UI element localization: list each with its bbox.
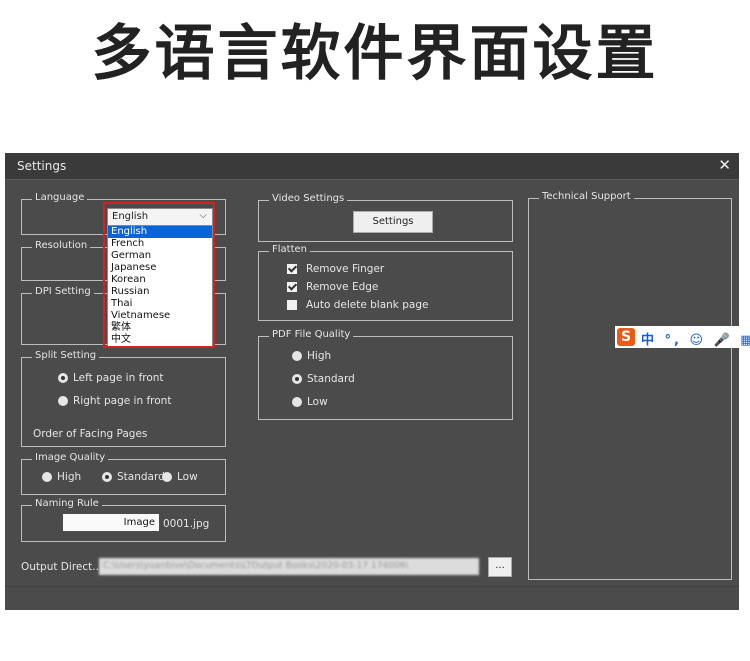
dpi-legend: DPI Setting <box>32 286 94 297</box>
image-quality-label: High <box>57 471 82 483</box>
image-quality-label: Low <box>177 471 198 483</box>
language-option[interactable]: Korean <box>108 274 212 286</box>
remove-finger-checkbox[interactable]: Remove Finger <box>287 263 384 275</box>
auto-delete-checkbox[interactable]: Auto delete blank page <box>287 299 428 311</box>
video-legend: Video Settings <box>269 193 348 204</box>
close-icon[interactable]: ✕ <box>718 156 731 174</box>
ime-toolbar[interactable]: S 中 °, ☺ 🎤 ▦ <box>615 326 750 348</box>
checkbox-label: Remove Edge <box>306 281 379 293</box>
image-quality-standard[interactable]: Standard <box>102 471 165 483</box>
output-label: Output Direct... <box>21 561 103 573</box>
technical-support-group: Technical Support <box>528 191 732 580</box>
image-quality-low[interactable]: Low <box>162 471 198 483</box>
radio-icon <box>58 396 68 406</box>
radio-icon <box>42 472 52 482</box>
pdf-quality-standard[interactable]: Standard <box>292 373 355 385</box>
language-option[interactable]: English <box>108 226 212 238</box>
checkbox-label: Auto delete blank page <box>306 299 429 311</box>
chevron-down-icon: ⌵ <box>199 210 207 221</box>
image-quality-label: Standard <box>117 471 165 483</box>
image-quality-legend: Image Quality <box>32 452 109 463</box>
language-option[interactable]: German <box>108 250 212 262</box>
language-option[interactable]: French <box>108 238 212 250</box>
split-option-right[interactable]: Right page in front <box>58 395 171 407</box>
radio-selected-icon <box>58 373 68 383</box>
language-option[interactable]: 中文 <box>108 334 212 346</box>
browse-button[interactable]: ... <box>488 557 512 577</box>
radio-selected-icon <box>292 374 302 384</box>
language-option[interactable]: 繁体 <box>108 322 212 334</box>
pdf-quality-high[interactable]: High <box>292 350 331 362</box>
naming-suffix: 0001.jpg <box>163 518 210 530</box>
split-option-label: Left page in front <box>73 372 164 384</box>
order-label: Order of Facing Pages <box>33 428 148 440</box>
video-settings-button[interactable]: Settings <box>353 211 433 233</box>
headline: 多语言软件界面设置 <box>91 19 659 89</box>
checkbox-checked-icon <box>287 264 297 274</box>
sogou-logo-icon: S <box>617 328 635 346</box>
flatten-legend: Flatten <box>269 244 310 255</box>
pdf-quality-label: High <box>307 350 332 362</box>
pdf-quality-legend: PDF File Quality <box>269 329 354 340</box>
language-dropdown-list: English French German Japanese Korean Ru… <box>107 225 213 347</box>
split-group: Split Setting Left page in front Right p… <box>21 350 226 447</box>
remove-edge-checkbox[interactable]: Remove Edge <box>287 281 378 293</box>
radio-icon <box>292 397 302 407</box>
naming-legend: Naming Rule <box>32 498 102 509</box>
bottom-divider <box>5 586 739 587</box>
output-path-field[interactable]: C:\Users\yuanbive\Documents\LTOutput Boo… <box>99 558 479 575</box>
language-option[interactable]: Russian <box>108 286 212 298</box>
radio-icon <box>292 351 302 361</box>
flatten-group: Flatten Remove Finger Remove Edge Auto d… <box>258 244 513 321</box>
pdf-quality-label: Standard <box>307 373 355 385</box>
checkbox-label: Remove Finger <box>306 263 385 275</box>
naming-input[interactable]: Image <box>63 514 159 531</box>
radio-selected-icon <box>102 472 112 482</box>
pdf-quality-label: Low <box>307 396 328 408</box>
split-option-left[interactable]: Left page in front <box>58 372 164 384</box>
image-quality-group: Image Quality High Standard Low <box>21 452 226 495</box>
language-selected-value: English <box>112 211 149 222</box>
radio-icon <box>162 472 172 482</box>
resolution-legend: Resolution <box>32 240 91 251</box>
split-option-label: Right page in front <box>73 395 172 407</box>
image-quality-high[interactable]: High <box>42 471 81 483</box>
title-bar: Settings ✕ <box>5 153 739 180</box>
checkbox-icon <box>287 300 297 310</box>
pdf-quality-group: PDF File Quality High Standard Low <box>258 329 513 420</box>
language-select[interactable]: English ⌵ <box>107 208 213 226</box>
language-option[interactable]: Japanese <box>108 262 212 274</box>
language-option[interactable]: Vietnamese <box>108 310 212 322</box>
checkbox-checked-icon <box>287 282 297 292</box>
split-legend: Split Setting <box>32 350 100 361</box>
window-title: Settings <box>17 159 67 173</box>
technical-support-legend: Technical Support <box>539 191 634 202</box>
language-legend: Language <box>32 192 88 203</box>
language-option[interactable]: Thai <box>108 298 212 310</box>
settings-window: Settings ✕ Language Resolution DPI Setti… <box>5 153 739 610</box>
pdf-quality-low[interactable]: Low <box>292 396 328 408</box>
ime-status: 中 °, ☺ 🎤 ▦ <box>641 333 750 348</box>
